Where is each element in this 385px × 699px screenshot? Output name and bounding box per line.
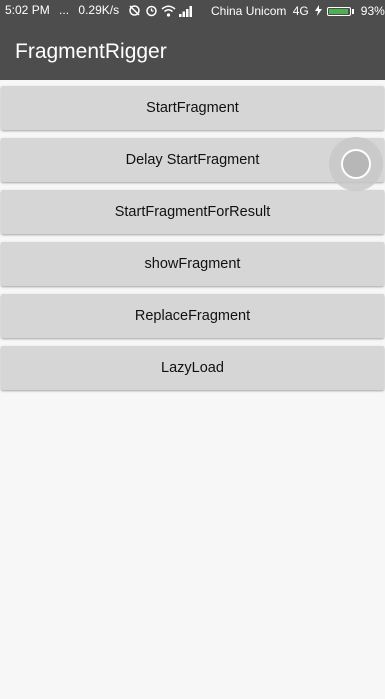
status-dots: ... — [59, 3, 70, 17]
button-list: StartFragment Delay StartFragment StartF… — [0, 86, 385, 398]
app-title: FragmentRigger — [15, 40, 167, 63]
status-network: 4G — [292, 3, 309, 18]
status-bar-right: China Unicom 4G 93% — [171, 3, 385, 18]
start-fragment-button[interactable]: StartFragment — [1, 86, 384, 130]
delay-start-fragment-button[interactable]: Delay StartFragment — [1, 138, 384, 182]
start-fragment-for-result-button[interactable]: StartFragmentForResult — [1, 190, 384, 234]
assistive-touch-icon — [341, 149, 371, 179]
lazy-load-button[interactable]: LazyLoad — [1, 346, 384, 390]
replace-fragment-button[interactable]: ReplaceFragment — [1, 294, 384, 338]
sync-off-icon — [129, 5, 141, 17]
status-bar-left: 5:02 PM ... 0.29K/s — [5, 3, 193, 17]
battery-icon — [327, 4, 355, 18]
status-time: 5:02 PM — [5, 3, 50, 17]
alarm-icon — [146, 6, 157, 17]
status-battery-percent: 93% — [360, 3, 385, 18]
assistive-touch-button[interactable] — [329, 137, 383, 191]
show-fragment-button[interactable]: showFragment — [1, 242, 384, 286]
app-bar: FragmentRigger — [0, 22, 385, 80]
status-bar: 5:02 PM ... 0.29K/s China Unicom 4G 93% — [0, 0, 385, 22]
status-carrier: China Unicom — [211, 3, 287, 18]
status-speed: 0.29K/s — [78, 3, 120, 17]
charging-icon — [315, 5, 323, 17]
